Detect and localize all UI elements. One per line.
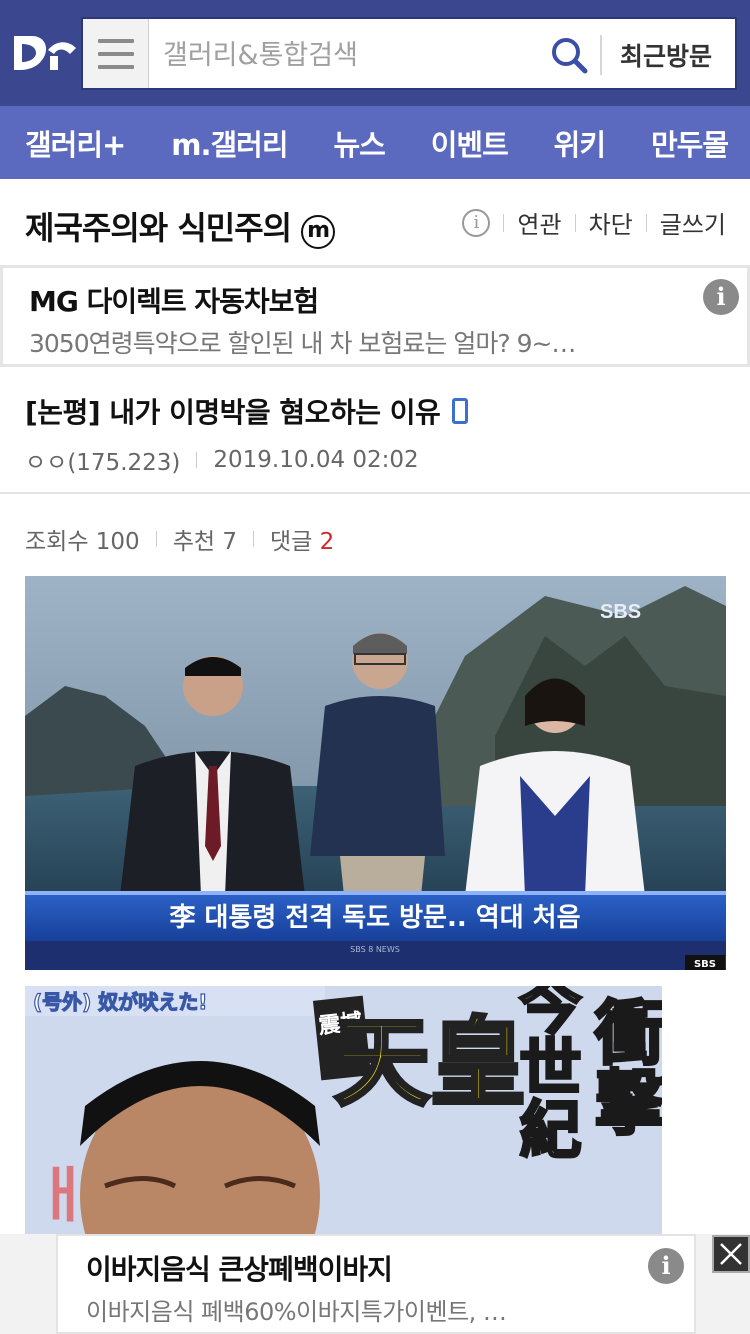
gallery-tools: i 연관 차단 글쓰기 [462,205,726,240]
search-box: 최근방문 [81,17,737,90]
top-bar: 최근방문 [0,0,750,106]
ad-info-icon[interactable]: i [703,279,739,315]
svg-text:ㅐ: ㅐ [35,1161,90,1231]
post-stats: 조회수 100 추천 7 댓글 2 [25,522,334,556]
search-input[interactable] [163,37,543,73]
main-nav: 갤러리+ m.갤러리 뉴스 이벤트 위키 만두몰 [0,106,750,179]
post-meta: ㅇㅇ(175.223) 2019.10.04 02:02 [25,443,419,477]
view-count: 조회수 100 [25,529,140,555]
ad-description: 이바지음식 폐백60%이바지특가이벤트, … [86,1298,507,1326]
top-ad-banner[interactable]: MG 다이렉트 자동차보험 3050연령특약으로 할인된 내 차 보험료는 얼마… [0,265,750,367]
gallery-title-text: 제국주의와 식민주의 [25,209,292,247]
nav-item-mall[interactable]: 만두몰 [651,122,729,164]
divider [252,531,254,547]
post-title: [논평] 내가 이명박을 혐오하는 이유 [25,391,469,431]
sbs-watermark: SBS [600,601,641,623]
close-icon[interactable] [712,1235,750,1273]
news-caption: 李 대통령 전격 독도 방문.. 역대 처음 [168,903,580,933]
nav-item-news[interactable]: 뉴스 [333,122,385,164]
minor-gallery-badge-icon: m [301,215,336,249]
comment-count[interactable]: 댓글 2 [270,522,334,556]
write-button[interactable]: 글쓰기 [660,205,726,240]
news-strip: SBS 8 NEWS [350,945,400,954]
divider [196,452,198,468]
search-icon[interactable] [549,35,589,75]
post-header: [논평] 내가 이명박을 혐오하는 이유 ㅇㅇ(175.223) 2019.10… [0,367,750,494]
divider [645,213,647,232]
news-broadcast-image: SBS 李 대통령 전격 독도 방문.. 역대 처음 SBS 8 NEWS SB… [25,576,726,970]
nav-item-m-gallery[interactable]: m.갤러리 [171,122,288,164]
recommend-count: 추천 7 [172,529,237,555]
nav-item-gallery-plus[interactable]: 갤러리+ [25,122,126,164]
divider [503,213,505,232]
dc-logo-icon[interactable] [10,28,78,78]
comment-number: 2 [319,529,335,555]
ad-description: 3050연령특약으로 할인된 내 차 보험료는 얼마? 9~… [29,329,576,358]
post-title-text: [논평] 내가 이명박을 혐오하는 이유 [25,396,441,429]
ad-title: MG 다이렉트 자동차보험 [29,285,319,318]
post-image-news[interactable]: SBS 李 대통령 전격 독도 방문.. 역대 처음 SBS 8 NEWS SB… [25,576,726,970]
magazine-big: 天皇 [334,1006,526,1119]
bottom-ad-bar: 이바지음식 큰상폐백이바지 이바지음식 폐백60%이바지특가이벤트, … i [0,1234,750,1334]
info-icon[interactable]: i [462,208,491,237]
sbs-logo: SBS [694,959,716,970]
post-date: 2019.10.04 02:02 [213,447,419,473]
magazine-headline: (号外) 奴が吠えた! [33,990,207,1014]
ad-info-icon[interactable]: i [648,1248,684,1284]
recent-visits-button[interactable]: 최근방문 [620,37,712,73]
mobile-phone-icon [452,398,469,424]
nav-item-event[interactable]: 이벤트 [431,122,509,164]
related-button[interactable]: 연관 [517,205,561,240]
comment-label: 댓글 [269,529,313,555]
gallery-header: 제국주의와 식민주의 m i 연관 차단 글쓰기 [0,179,750,265]
bottom-ad-banner[interactable]: 이바지음식 큰상폐백이바지 이바지음식 폐백60%이바지특가이벤트, … i [56,1234,696,1334]
magazine-right1: 衝撃 [584,996,663,1136]
nav-item-wiki[interactable]: 위키 [554,122,606,164]
post-author[interactable]: ㅇㅇ(175.223) [25,443,180,477]
search-divider [600,35,602,75]
divider [155,531,157,547]
gallery-title[interactable]: 제국주의와 식민주의 m [25,203,336,249]
divider [574,213,576,232]
post-image-magazine[interactable]: (号外) 奴が吠えた! ㅐ 震撼 天皇 衝撃 今世紀 [25,986,662,1256]
magazine-cover-image: (号外) 奴が吠えた! ㅐ 震撼 天皇 衝撃 今世紀 [25,986,662,1256]
ad-title: 이바지음식 큰상폐백이바지 [86,1253,393,1286]
hamburger-menu-icon[interactable] [83,19,149,88]
magazine-right2: 今世紀 [509,986,582,1159]
block-button[interactable]: 차단 [589,205,633,240]
